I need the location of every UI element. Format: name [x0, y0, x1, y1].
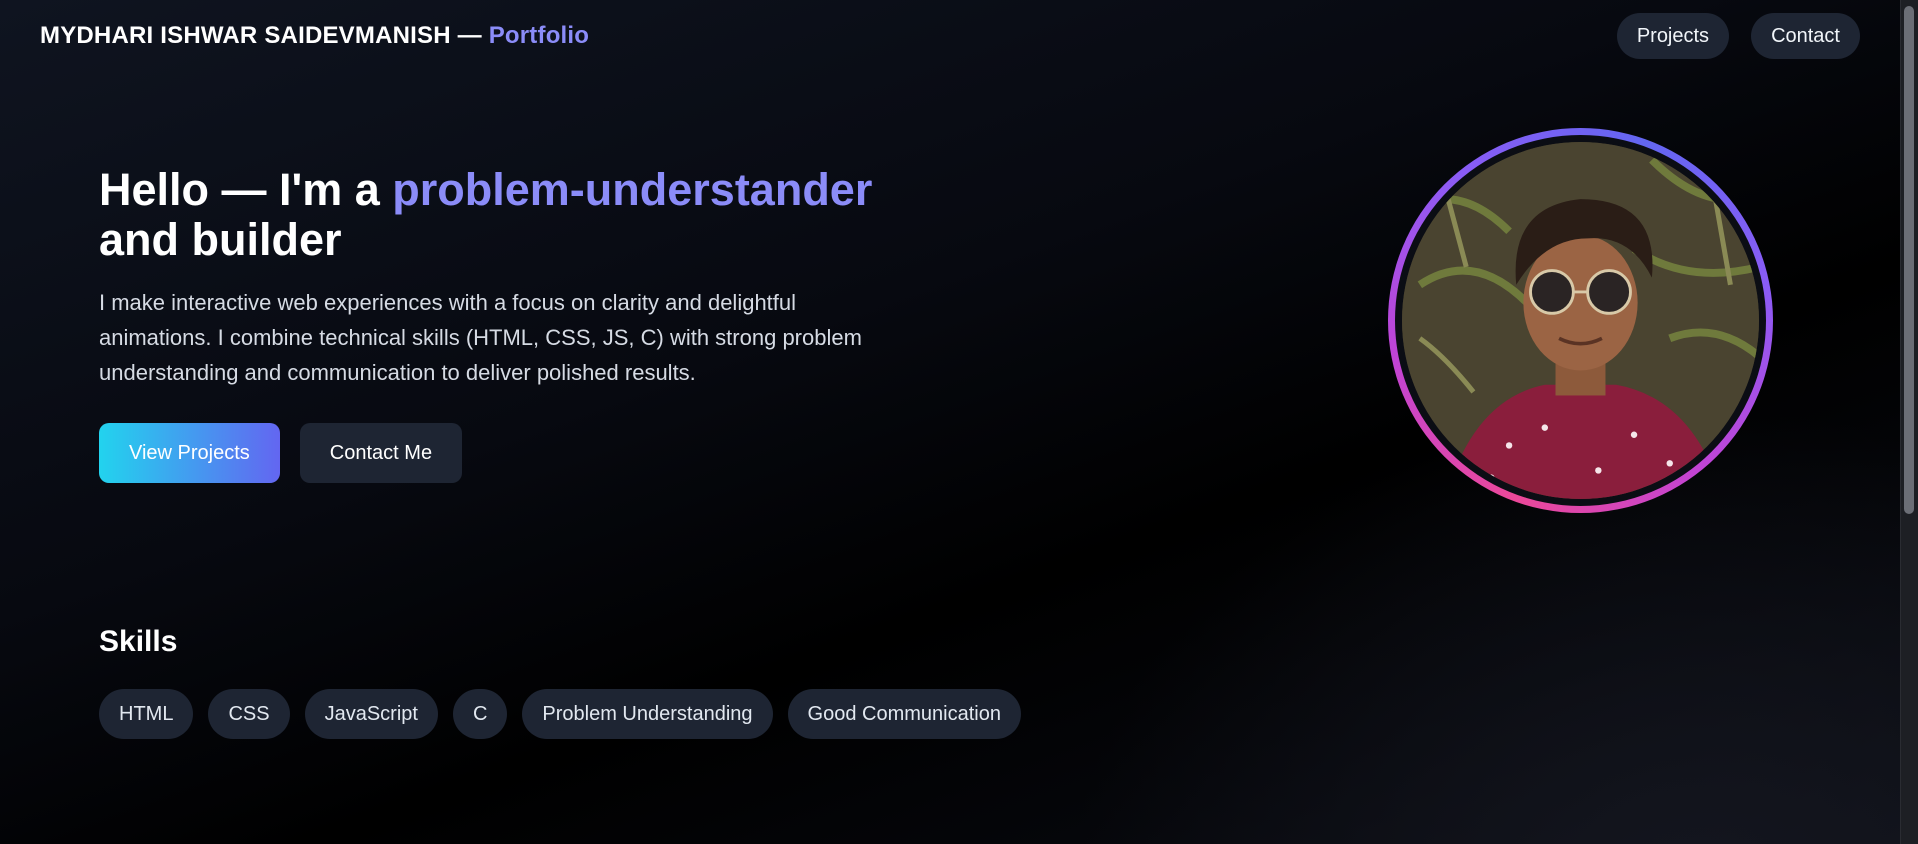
hero-actions: View Projects Contact Me: [99, 423, 899, 483]
profile-photo-illustration: [1402, 142, 1759, 499]
nav-contact-link[interactable]: Contact: [1751, 13, 1860, 59]
brand-name: MYDHARI ISHWAR SAIDEVMANISH —: [40, 22, 482, 49]
skills-list: HTML CSS JavaScript C Problem Understand…: [99, 689, 1021, 739]
hero-title-suffix: and builder: [99, 214, 342, 265]
hero-title: Hello — I'm a problem-understander and b…: [99, 165, 899, 265]
skill-chip-good-communication: Good Communication: [787, 689, 1021, 739]
hero-description: I make interactive web experiences with …: [99, 290, 862, 385]
skill-chip-css: CSS: [208, 689, 290, 739]
skills-section: Skills HTML CSS JavaScript C Problem Und…: [99, 625, 1021, 739]
hero-title-prefix: Hello — I'm a: [99, 164, 393, 215]
hero-title-highlight: problem-understander: [392, 164, 873, 215]
brand-title: MYDHARI ISHWAR SAIDEVMANISH — Portfolio: [40, 22, 589, 50]
skill-chip-html: HTML: [99, 689, 194, 739]
view-projects-button[interactable]: View Projects: [99, 423, 280, 483]
page-scrollbar[interactable]: [1900, 0, 1918, 844]
hero-section: Hello — I'm a problem-understander and b…: [99, 165, 899, 483]
profile-avatar: [1388, 128, 1773, 513]
nav-projects-link[interactable]: Projects: [1616, 13, 1730, 59]
contact-me-button[interactable]: Contact Me: [299, 423, 463, 483]
scrollbar-thumb[interactable]: [1904, 6, 1914, 514]
profile-photo: [1402, 142, 1759, 499]
site-header: MYDHARI ISHWAR SAIDEVMANISH — Portfolio …: [0, 0, 1900, 72]
skill-chip-javascript: JavaScript: [304, 689, 438, 739]
skills-title: Skills: [99, 625, 178, 658]
skill-chip-problem-understanding: Problem Understanding: [522, 689, 773, 739]
brand-accent: Portfolio: [488, 22, 590, 49]
main-nav: Projects Contact: [1616, 13, 1860, 59]
skill-chip-c: C: [452, 689, 508, 739]
